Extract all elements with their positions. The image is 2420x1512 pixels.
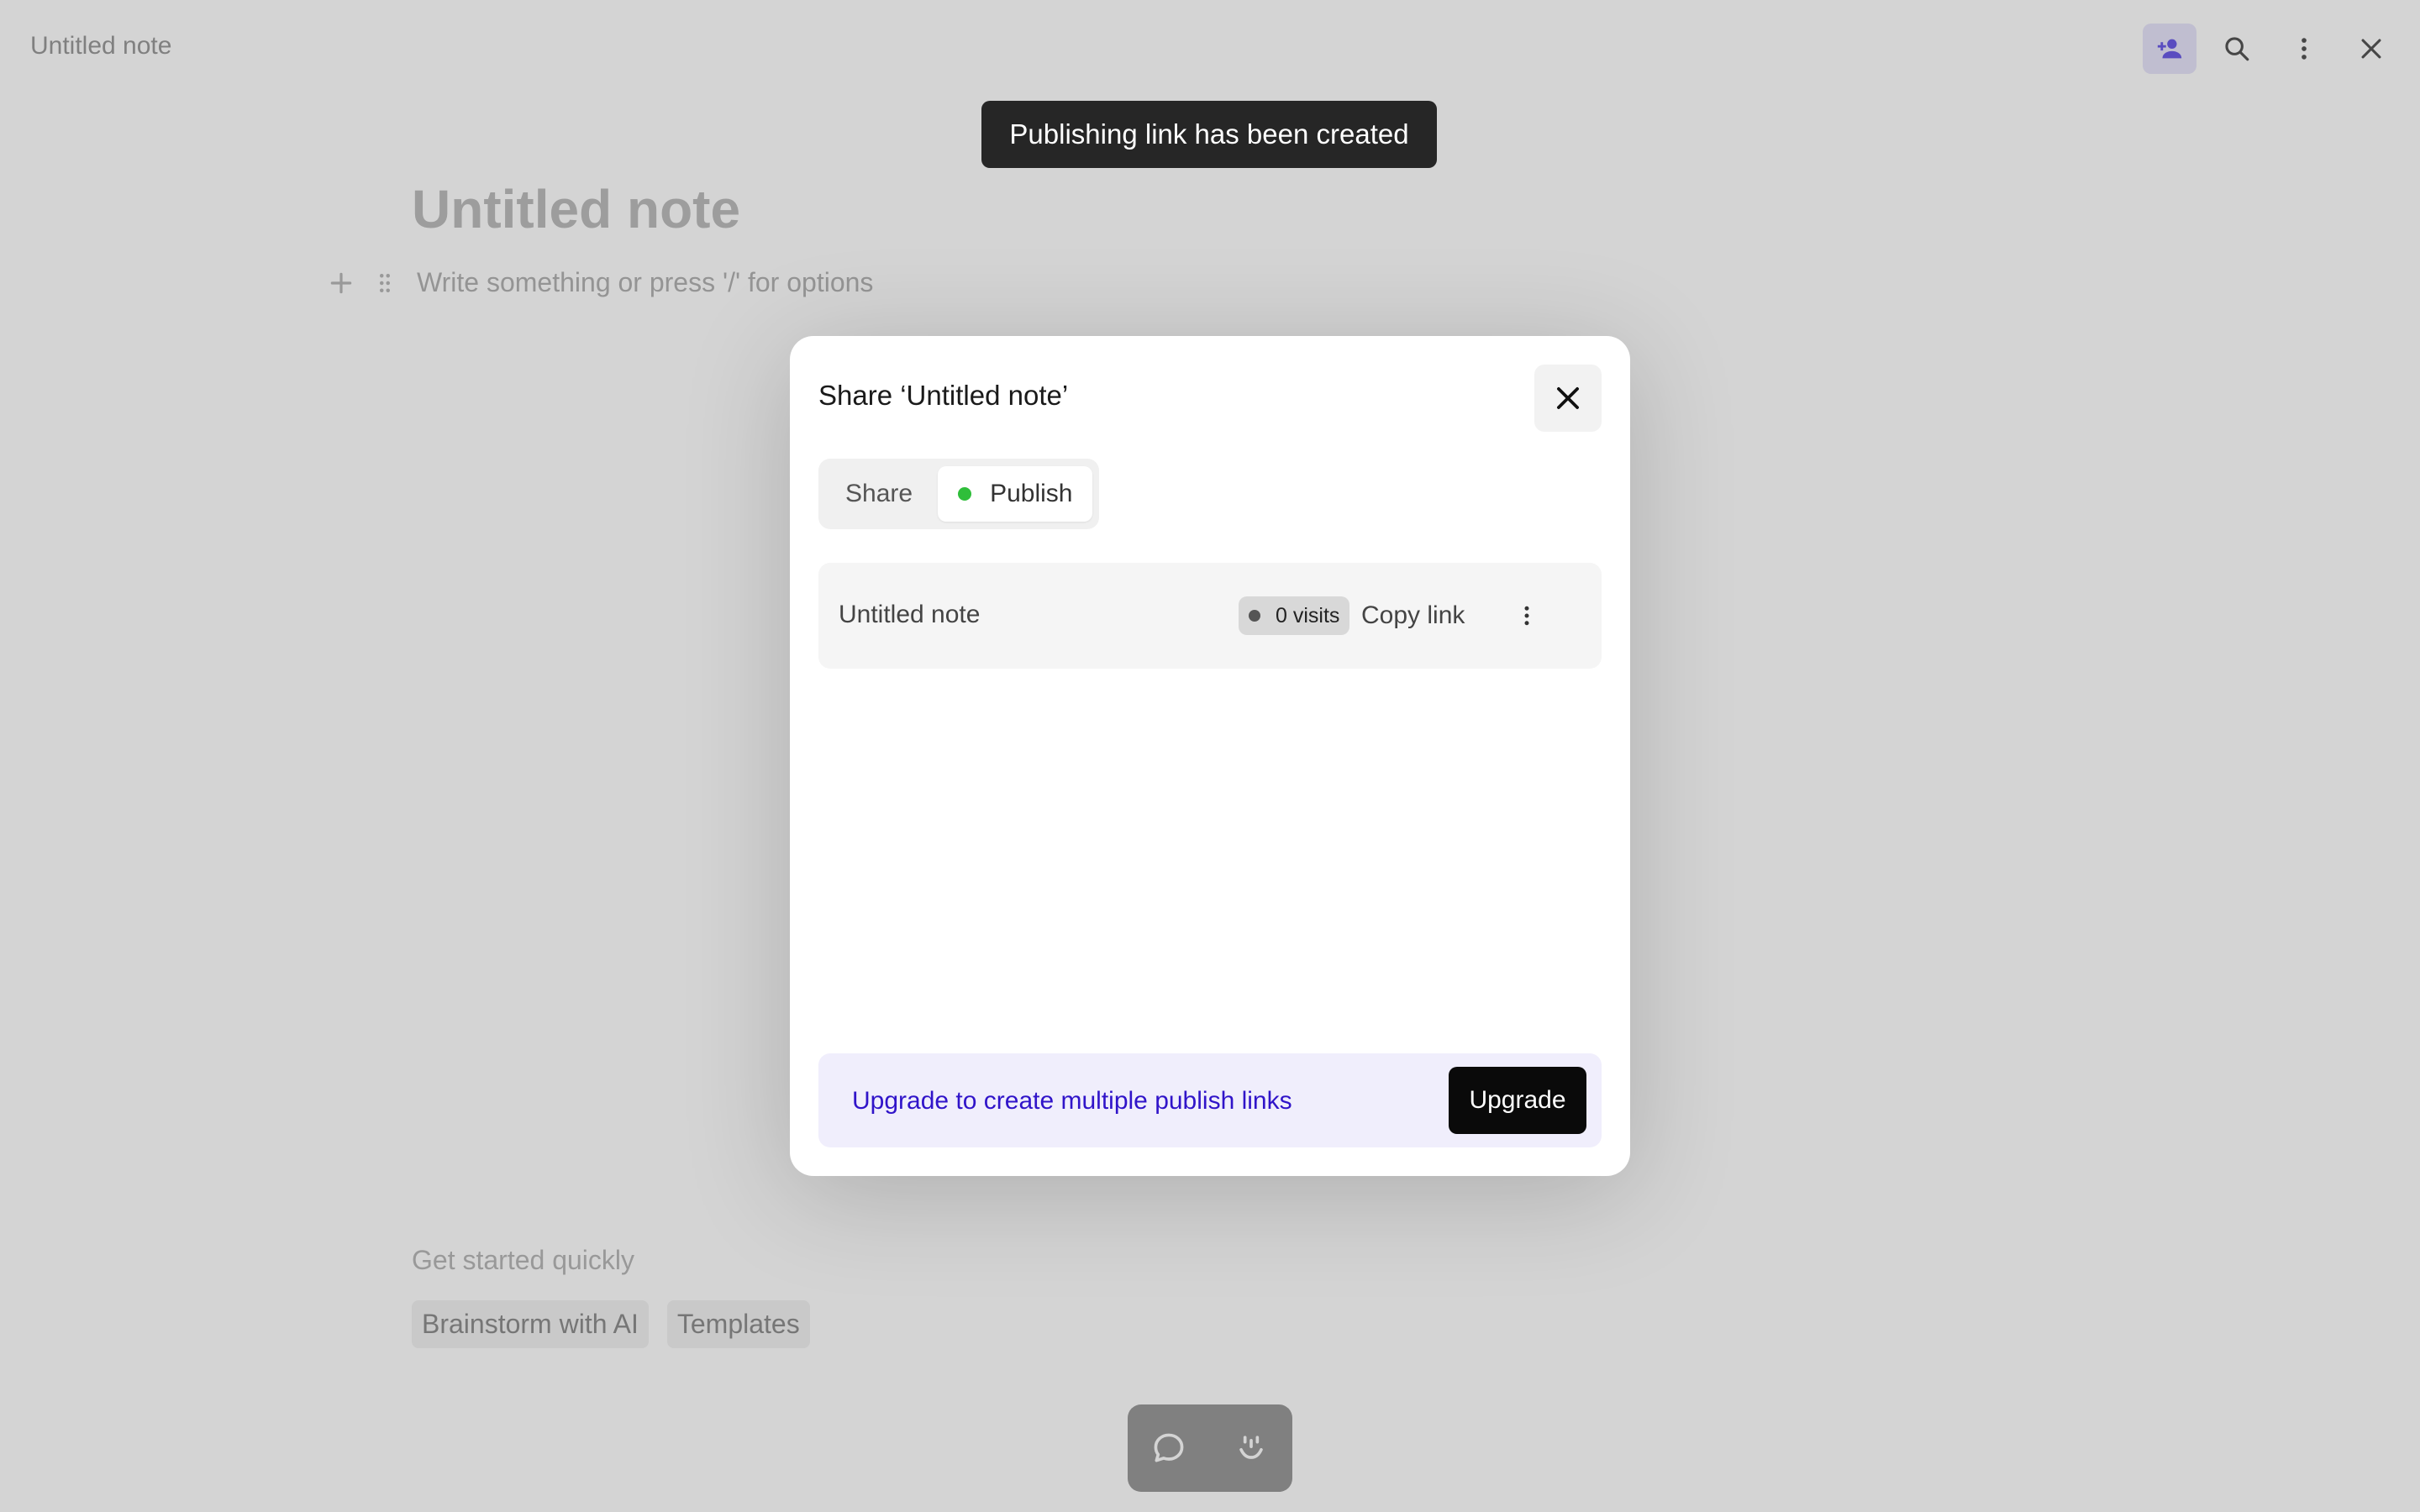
tab-publish[interactable]: Publish bbox=[938, 466, 1093, 522]
dialog-title: Share ‘Untitled note’ bbox=[818, 380, 1069, 411]
copy-link-button[interactable]: Copy link bbox=[1349, 591, 1476, 640]
published-status-dot bbox=[958, 487, 972, 501]
tab-share-label: Share bbox=[845, 480, 913, 507]
upgrade-message: Upgrade to create multiple publish links bbox=[852, 1087, 1292, 1115]
toast-notification: Publishing link has been created bbox=[981, 101, 1437, 168]
publish-link-name: Untitled note bbox=[839, 601, 981, 628]
publish-link-row: Untitled note 0 visits Copy link bbox=[818, 563, 1602, 669]
tab-publish-label: Publish bbox=[990, 480, 1073, 507]
share-publish-tabs: Share Publish bbox=[818, 459, 1100, 529]
visits-status-dot bbox=[1249, 610, 1260, 622]
upgrade-banner: Upgrade to create multiple publish links… bbox=[818, 1053, 1602, 1147]
more-vertical-icon bbox=[1524, 606, 1529, 626]
share-dialog: Share ‘Untitled note’ Share Publish Unti… bbox=[790, 336, 1630, 1176]
visits-count: 0 visits bbox=[1276, 603, 1340, 627]
link-more-button[interactable] bbox=[1502, 591, 1551, 640]
close-icon bbox=[1557, 387, 1579, 409]
visits-badge: 0 visits bbox=[1239, 596, 1350, 635]
close-dialog-button[interactable] bbox=[1534, 365, 1602, 432]
tab-share[interactable]: Share bbox=[825, 466, 933, 522]
upgrade-button[interactable]: Upgrade bbox=[1449, 1067, 1586, 1134]
